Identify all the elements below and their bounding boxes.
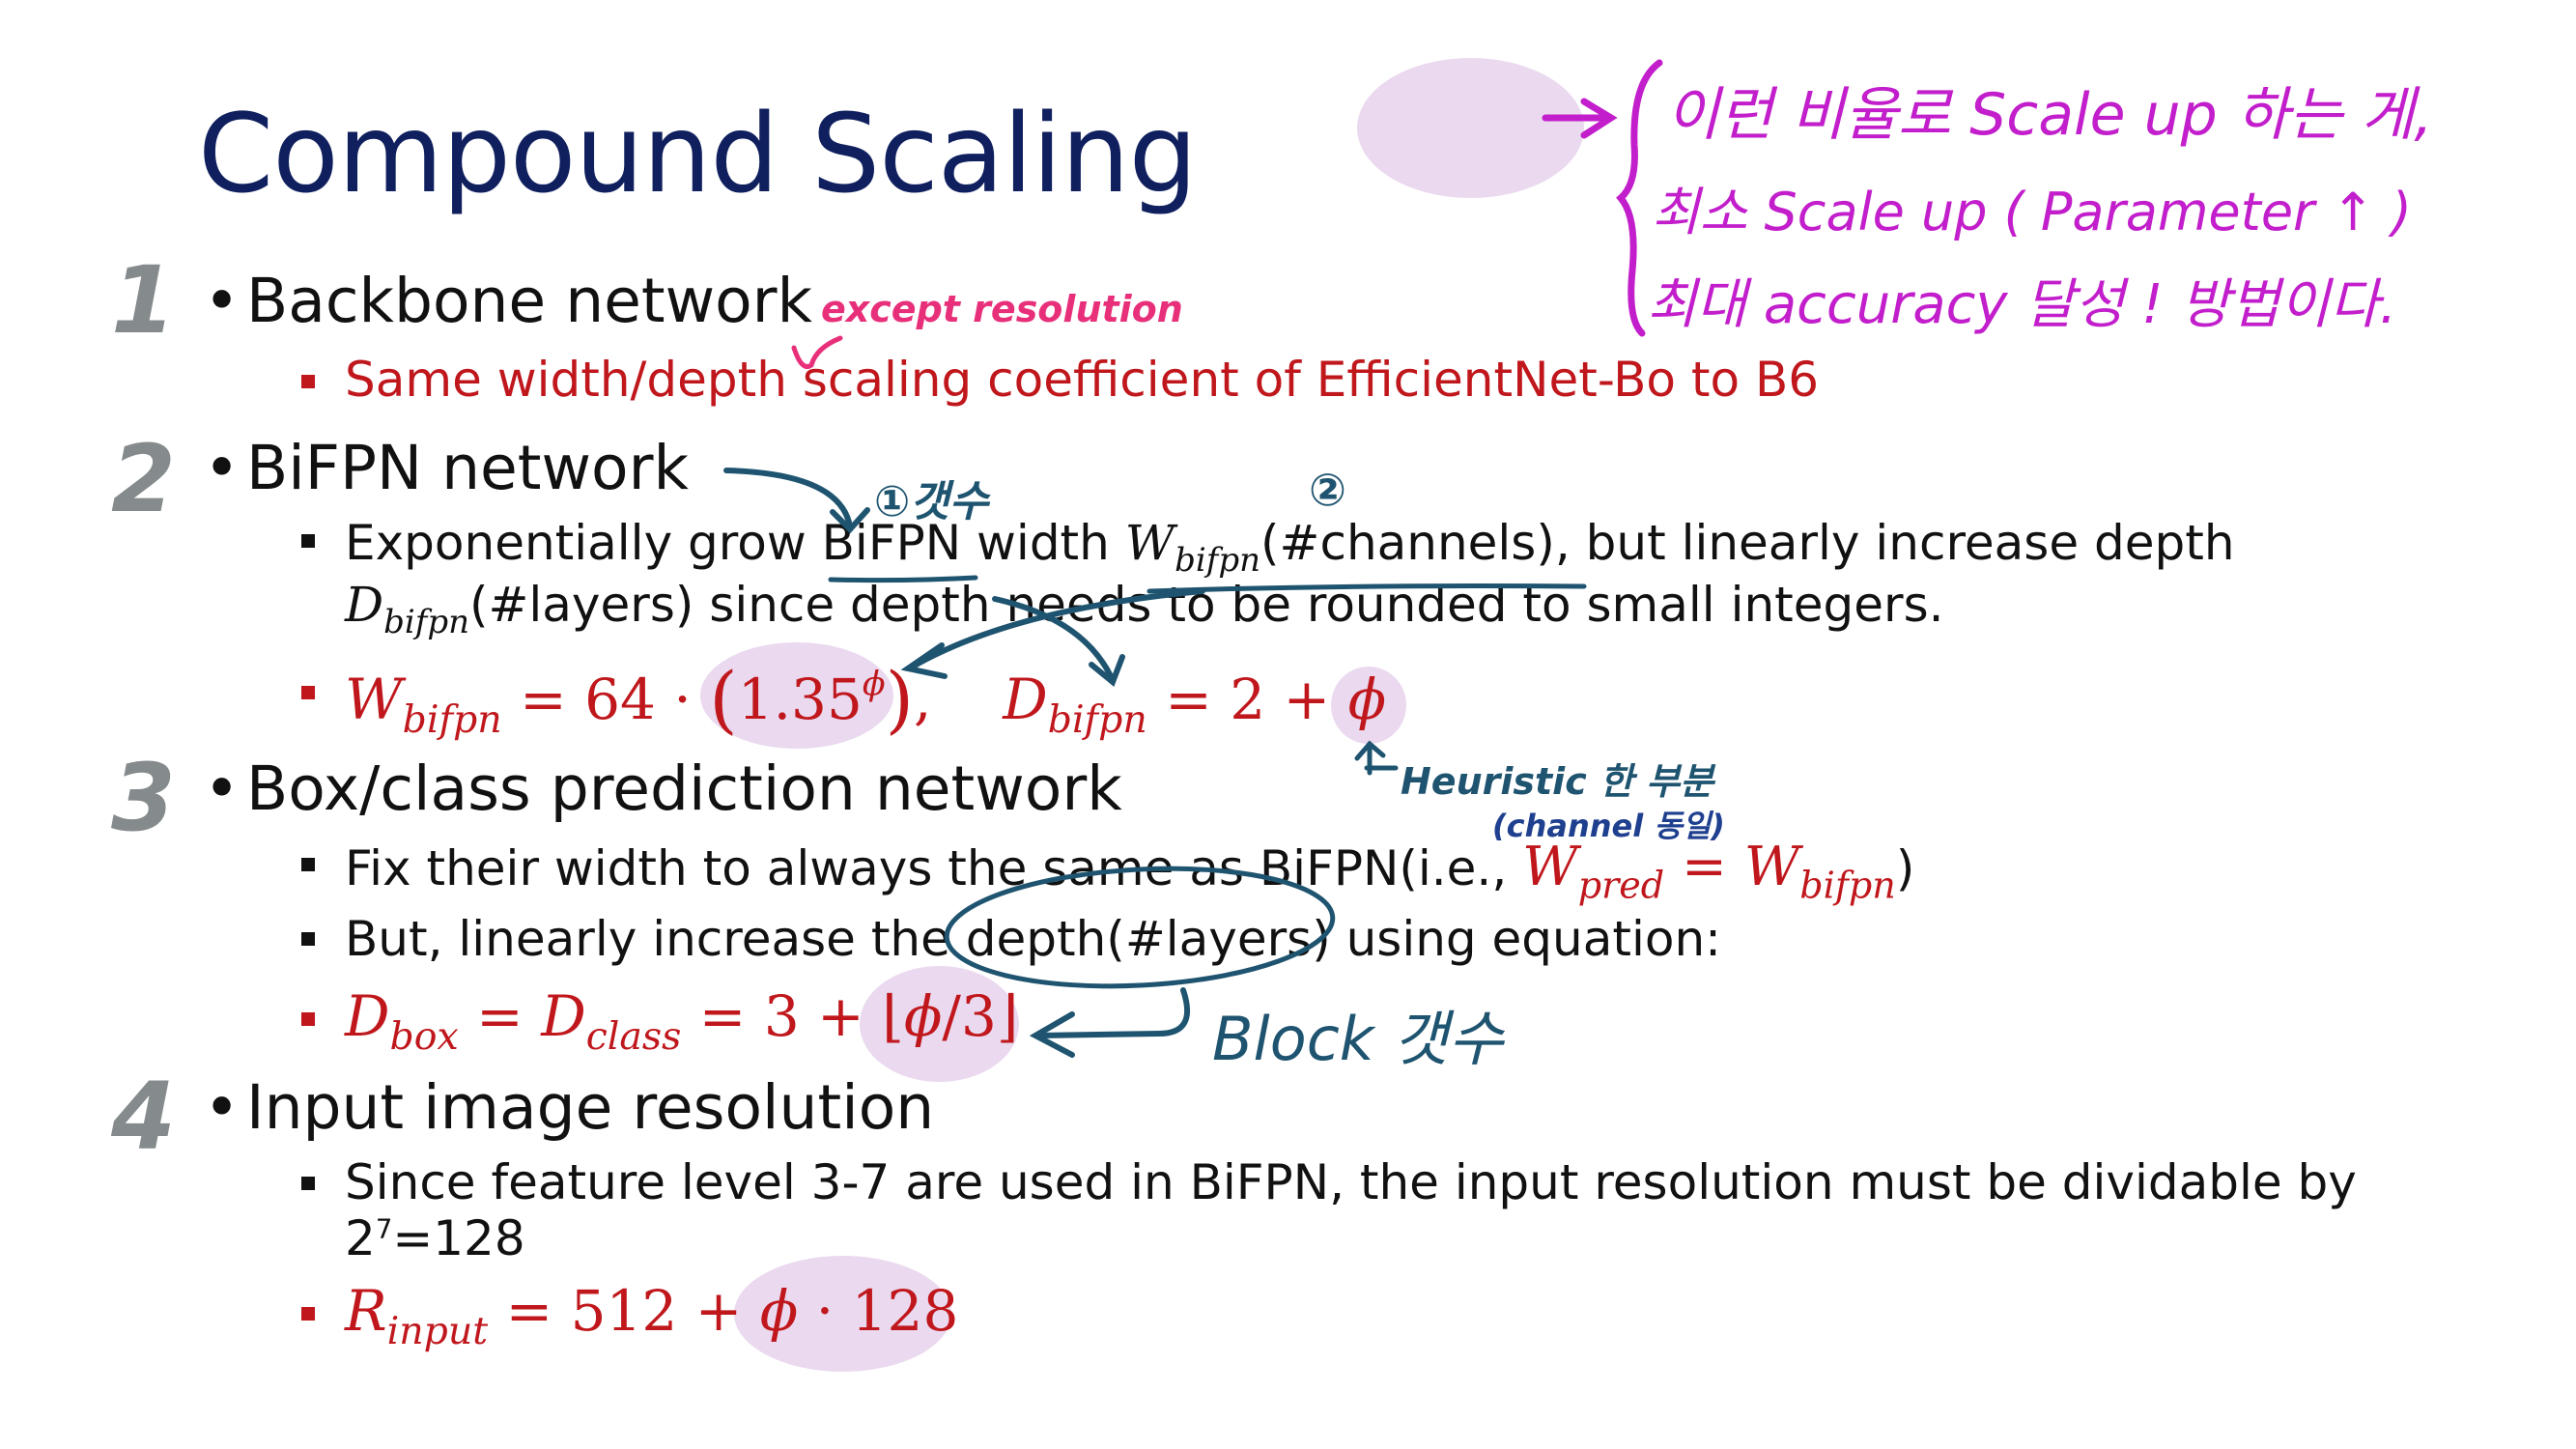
pen-annotations <box>723 59 1663 1058</box>
